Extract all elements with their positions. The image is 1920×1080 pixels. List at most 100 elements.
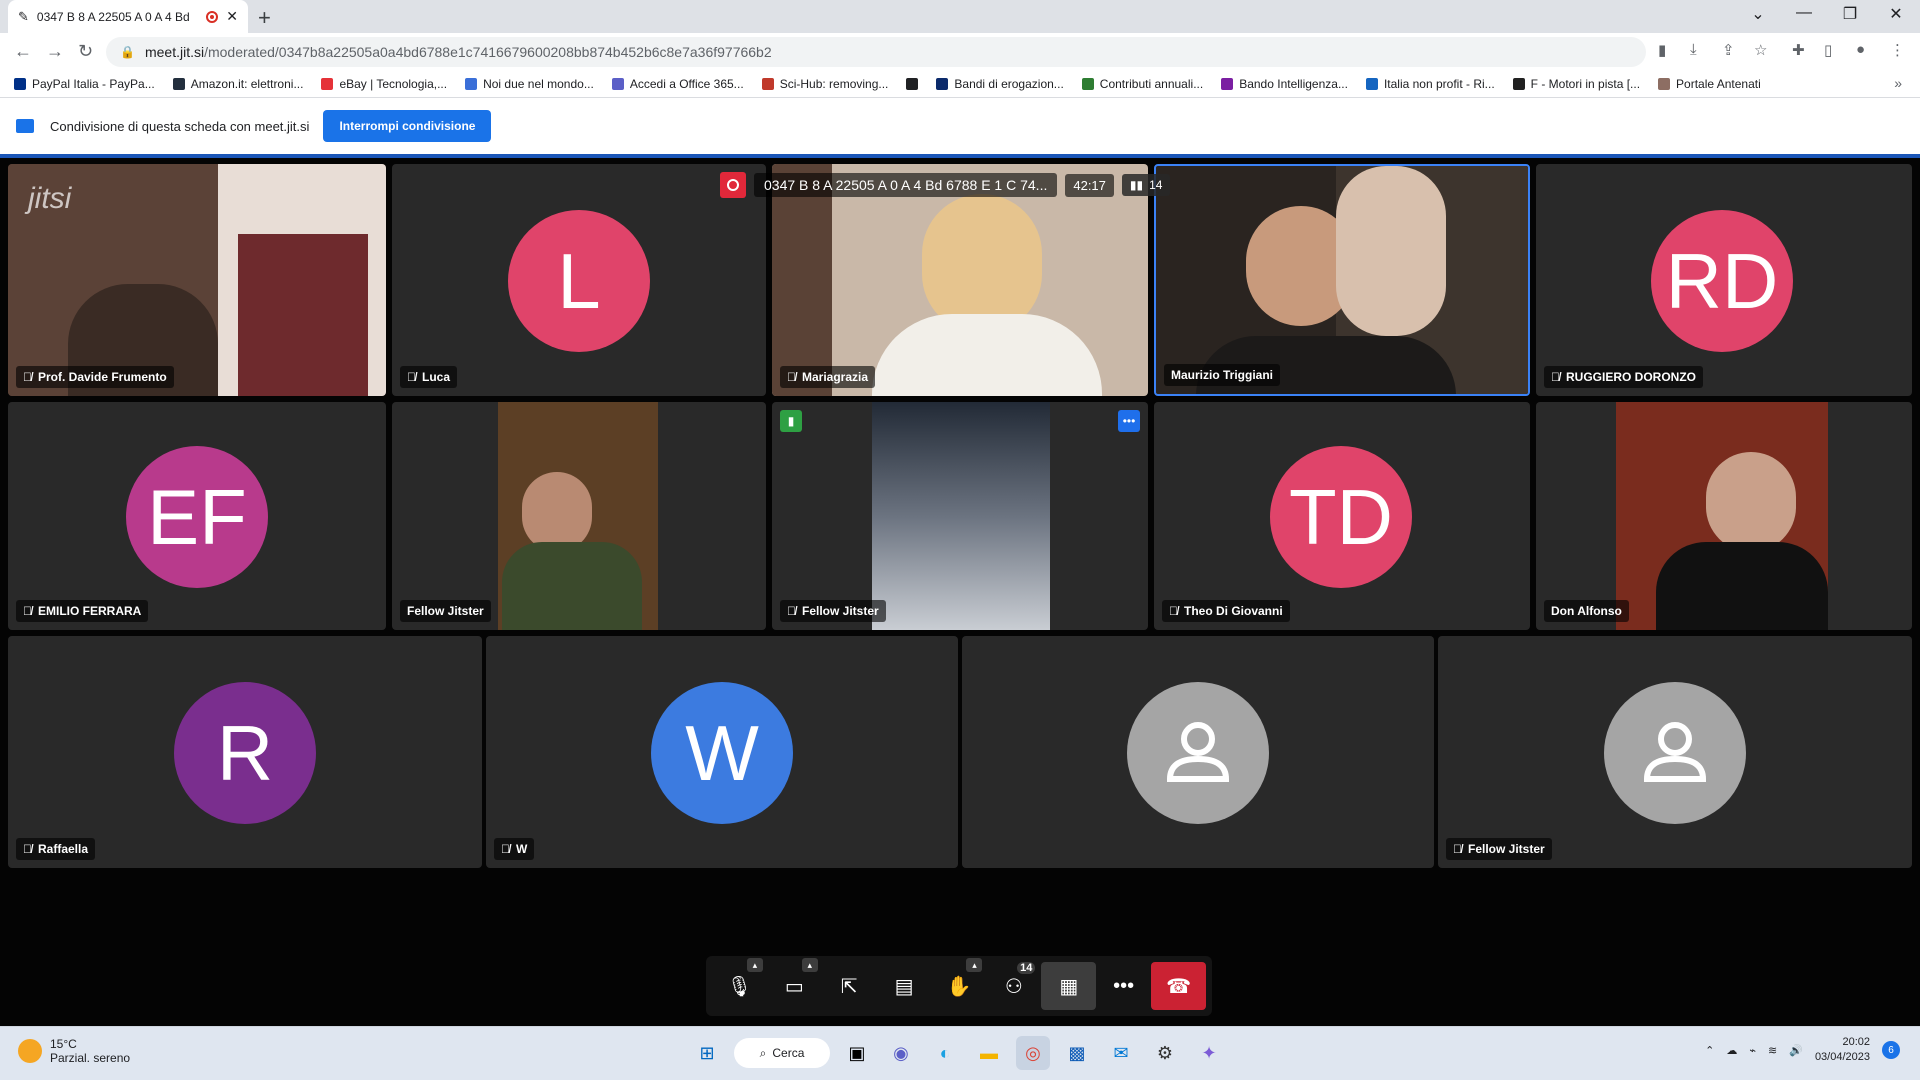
more-options-icon[interactable]: ••• bbox=[1118, 410, 1140, 432]
microphone-button[interactable]: 🎙 ▴ bbox=[712, 958, 767, 1010]
participant-tile[interactable]: Fellow Jitster bbox=[392, 402, 766, 630]
clock[interactable]: 20:02 03/04/2023 bbox=[1815, 1035, 1870, 1065]
reload-icon[interactable]: ↻ bbox=[78, 41, 93, 62]
bookmark-label: Accedi a Office 365... bbox=[629, 77, 744, 91]
bookmark-label: Noi due nel mondo... bbox=[483, 77, 594, 91]
forward-icon[interactable]: → bbox=[46, 41, 64, 62]
hangup-button[interactable]: ☎ bbox=[1151, 962, 1207, 1010]
nameplate: 🎙̸ Fellow Jitster bbox=[780, 600, 886, 622]
chevron-up-icon[interactable]: ▴ bbox=[746, 958, 763, 972]
bookmark-favicon-icon bbox=[1658, 78, 1671, 90]
bookmark-favicon-icon bbox=[761, 78, 774, 90]
weather-widget[interactable]: 15°C Parzial. sereno bbox=[18, 1037, 130, 1065]
connection-indicator-icon[interactable]: ▮ bbox=[780, 410, 802, 432]
stop-sharing-button[interactable]: Interrompi condivisione bbox=[323, 110, 492, 142]
share-icon[interactable]: ⇪ bbox=[1722, 41, 1735, 59]
notification-badge[interactable]: 6 bbox=[1882, 1041, 1900, 1059]
mic-muted-icon: 🎙̸ bbox=[1169, 604, 1178, 618]
tile-view-button[interactable]: ▦ bbox=[1041, 962, 1097, 1010]
screen-share-button[interactable]: ⇱ bbox=[822, 962, 877, 1010]
bookmark-item[interactable]: PayPal Italia - PayPa... bbox=[14, 77, 155, 91]
chevron-up-icon[interactable]: ⌃ bbox=[1705, 1044, 1714, 1057]
participant-tile-dominant[interactable]: Maurizio Triggiani bbox=[1154, 164, 1530, 396]
bookmark-star-icon[interactable]: ☆ bbox=[1754, 41, 1767, 59]
edge-icon[interactable]: ◐ bbox=[928, 1036, 962, 1070]
bookmark-item[interactable]: Contributi annuali... bbox=[1081, 77, 1203, 91]
participants-badge: 14 bbox=[1017, 962, 1036, 974]
bookmark-favicon-icon bbox=[14, 78, 26, 90]
bookmark-item[interactable]: Bandi di erogazion... bbox=[936, 77, 1064, 91]
start-icon[interactable]: ⊞ bbox=[690, 1036, 724, 1070]
volume-icon[interactable]: 🔊 bbox=[1789, 1044, 1803, 1057]
bookmark-item[interactable]: Sci-Hub: removing... bbox=[761, 77, 888, 91]
file-explorer-icon[interactable]: ▬ bbox=[972, 1036, 1006, 1070]
participant-tile[interactable]: R 🎙̸ Raffaella bbox=[8, 636, 482, 868]
tab-search-icon[interactable]: ⌄ bbox=[1736, 4, 1780, 24]
participant-tile[interactable]: Don Alfonso bbox=[1536, 402, 1912, 630]
teams-icon[interactable]: ◉ bbox=[884, 1036, 918, 1070]
minimize-button[interactable]: — bbox=[1782, 4, 1826, 22]
chevron-up-icon[interactable]: ▴ bbox=[801, 958, 818, 972]
close-window-button[interactable]: ✕ bbox=[1874, 4, 1918, 24]
bookmark-item[interactable]: Bando Intelligenza... bbox=[1221, 77, 1348, 91]
participant-tile[interactable] bbox=[962, 636, 1434, 868]
app-icon[interactable]: ⚙ bbox=[1148, 1036, 1182, 1070]
bookmark-item[interactable]: F - Motori in pista [... bbox=[1512, 77, 1641, 91]
jitsi-logo: jitsi bbox=[28, 182, 72, 215]
raise-hand-button[interactable]: ✋ ▴ bbox=[932, 958, 987, 1010]
participant-tile[interactable]: jitsi 🎙̸ Prof. Davide Frumento bbox=[8, 164, 386, 396]
bookmark-item[interactable]: Amazon.it: elettroni... bbox=[172, 77, 303, 91]
share-infobar: Condivisione di questa scheda con meet.j… bbox=[0, 97, 1920, 154]
wifi-icon[interactable]: ≋ bbox=[1768, 1044, 1777, 1057]
network-icon[interactable]: ⌁ bbox=[1749, 1044, 1756, 1057]
store-icon[interactable]: ▩ bbox=[1060, 1036, 1094, 1070]
taskbar-apps: ⊞ ⌕ Cerca ▣ ◉ ◐ ▬ ◎ ▩ ✉ ⚙ ✦ bbox=[690, 1036, 1226, 1070]
search-button[interactable]: ⌕ Cerca bbox=[734, 1038, 830, 1068]
bookmark-item[interactable] bbox=[906, 78, 919, 90]
participant-tile[interactable]: ▮ ••• 🎙̸ Fellow Jitster bbox=[772, 402, 1148, 630]
bookmark-item[interactable]: Accedi a Office 365... bbox=[611, 77, 744, 91]
video-feed bbox=[872, 402, 1050, 630]
participants-button[interactable]: ⚇ 14 bbox=[986, 962, 1041, 1010]
participant-tile[interactable]: 🎙̸ Mariagrazia bbox=[772, 164, 1148, 396]
bookmarks-overflow-icon[interactable]: » bbox=[1894, 75, 1902, 91]
task-view-icon[interactable]: ▣ bbox=[840, 1036, 874, 1070]
participant-tile[interactable]: TD 🎙̸ Theo Di Giovanni bbox=[1154, 402, 1530, 630]
back-icon[interactable]: ← bbox=[14, 41, 32, 62]
participant-tile[interactable]: EF 🎙̸ EMILIO FERRARA bbox=[8, 402, 386, 630]
more-actions-button[interactable]: ••• bbox=[1096, 962, 1151, 1010]
participant-tile[interactable]: W 🎙̸ W bbox=[486, 636, 958, 868]
mail-icon[interactable]: ✉ bbox=[1104, 1036, 1138, 1070]
participant-tile[interactable]: L 🎙̸ Luca bbox=[392, 164, 766, 396]
install-icon[interactable]: ⤓ bbox=[1690, 41, 1697, 58]
nameplate: 🎙̸ Raffaella bbox=[16, 838, 96, 860]
bookmark-item[interactable]: Italia non profit - Ri... bbox=[1365, 77, 1495, 91]
chrome-icon[interactable]: ◎ bbox=[1016, 1036, 1050, 1070]
new-tab-button[interactable]: + bbox=[258, 5, 271, 31]
side-panel-icon[interactable]: ▯ bbox=[1824, 41, 1832, 59]
bookmark-favicon-icon bbox=[1365, 78, 1378, 90]
bookmark-item[interactable]: Noi due nel mondo... bbox=[465, 77, 594, 91]
camera-indicator-icon[interactable]: ▮ bbox=[1658, 41, 1666, 59]
bookmark-item[interactable]: eBay | Tecnologia,... bbox=[321, 77, 447, 91]
participant-tile[interactable]: 🎙̸ Fellow Jitster bbox=[1438, 636, 1912, 868]
restore-button[interactable]: ❐ bbox=[1828, 4, 1872, 24]
avatar: TD bbox=[1270, 446, 1412, 588]
bookmark-item[interactable]: Portale Antenati bbox=[1658, 77, 1761, 91]
bookmark-label: F - Motori in pista [... bbox=[1530, 77, 1641, 91]
recording-button[interactable] bbox=[720, 172, 746, 198]
copilot-icon[interactable]: ✦ bbox=[1192, 1036, 1226, 1070]
onedrive-icon[interactable]: ☁ bbox=[1726, 1044, 1737, 1057]
chevron-up-icon[interactable]: ▴ bbox=[966, 958, 983, 972]
participant-count[interactable]: ▮▮ 14 bbox=[1121, 174, 1171, 196]
camera-button[interactable]: ▭ ▴ bbox=[767, 958, 822, 1010]
menu-icon[interactable]: ⋮ bbox=[1890, 41, 1905, 59]
browser-tab[interactable]: ✎ 0347 B 8 A 22505 A 0 A 4 Bd ✕ bbox=[8, 0, 248, 33]
participant-tile[interactable]: RD 🎙̸ RUGGIERO DORONZO bbox=[1536, 164, 1912, 396]
address-bar[interactable]: 🔒 meet.jit.si/moderated/0347b8a22505a0a4… bbox=[106, 37, 1646, 67]
close-tab-icon[interactable]: ✕ bbox=[226, 8, 238, 25]
extensions-icon[interactable]: ✚ bbox=[1792, 41, 1805, 59]
chat-button[interactable]: ▤ bbox=[877, 962, 932, 1010]
avatar: L bbox=[508, 210, 650, 352]
profile-icon[interactable]: ● bbox=[1856, 41, 1865, 58]
